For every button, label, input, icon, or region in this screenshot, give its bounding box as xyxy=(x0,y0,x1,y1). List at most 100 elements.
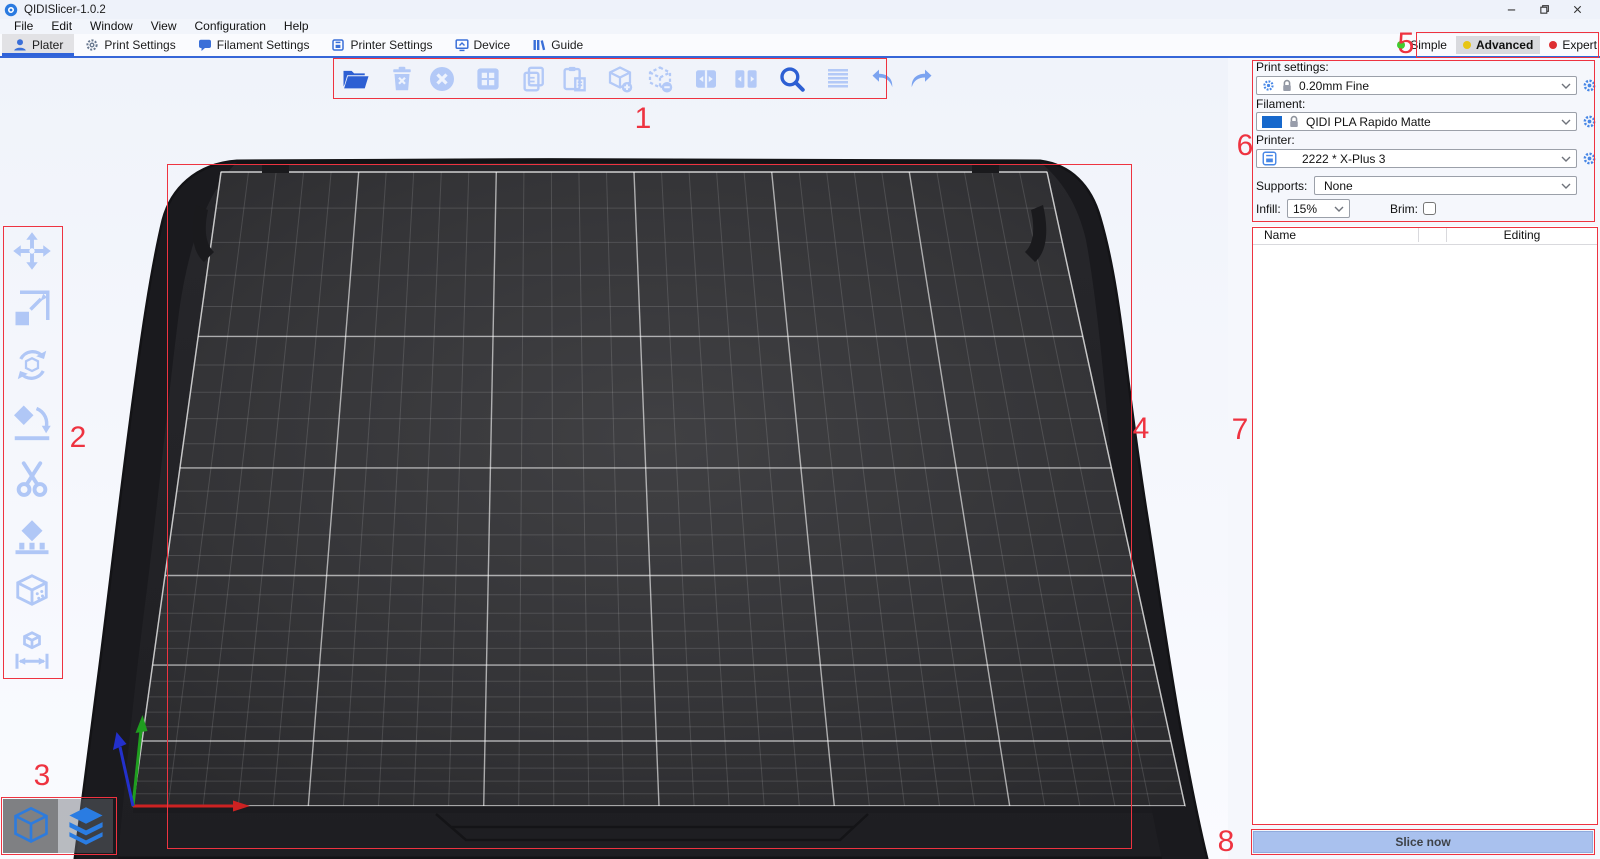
printer-value: 2222 * X-Plus 3 xyxy=(1302,152,1555,166)
search-icon[interactable] xyxy=(774,61,810,97)
print-settings-value: 0.20mm Fine xyxy=(1299,79,1555,93)
cube-icon xyxy=(11,805,51,847)
tab-label: Plater xyxy=(32,38,63,52)
mode-label: Simple xyxy=(1410,38,1447,52)
guide-icon xyxy=(532,38,546,52)
menu-window[interactable]: Window xyxy=(81,19,142,34)
move-icon[interactable] xyxy=(9,228,55,274)
close-button[interactable] xyxy=(1561,0,1594,19)
tab-printer-settings[interactable]: Printer Settings xyxy=(320,34,443,56)
build-plate-scene xyxy=(0,58,1228,859)
mode-label: Expert xyxy=(1562,38,1597,52)
variable-layer-height-icon[interactable] xyxy=(820,61,856,97)
printer-gear-button[interactable] xyxy=(1582,151,1597,166)
tab-label: Print Settings xyxy=(104,38,175,52)
filament-gear-button[interactable] xyxy=(1582,114,1597,129)
redo-icon[interactable] xyxy=(902,61,938,97)
fuzzy-skin-icon[interactable] xyxy=(9,570,55,616)
tab-print-settings[interactable]: Print Settings xyxy=(74,34,186,56)
open-project-icon[interactable] xyxy=(338,61,374,97)
print-configuration: Print settings: 0.20mm Fine Filament: QI… xyxy=(1228,58,1600,218)
split-to-parts-icon[interactable] xyxy=(728,61,764,97)
printer-select[interactable]: 2222 * X-Plus 3 xyxy=(1256,149,1577,168)
viewport-3d[interactable] xyxy=(0,58,1228,859)
delete-icon[interactable] xyxy=(384,61,420,97)
menu-help[interactable]: Help xyxy=(275,19,318,34)
supports-label: Supports: xyxy=(1256,179,1314,193)
remove-instance-icon[interactable] xyxy=(642,61,678,97)
right-panel: Print settings: 0.20mm Fine Filament: QI… xyxy=(1228,58,1600,859)
place-on-face-icon[interactable] xyxy=(9,399,55,445)
print-settings-gear-button[interactable] xyxy=(1582,78,1597,93)
lock-icon xyxy=(1288,115,1300,129)
infill-select[interactable]: 15% xyxy=(1287,199,1350,218)
infill-label: Infill: xyxy=(1256,202,1287,216)
arrange-icon[interactable] xyxy=(470,61,506,97)
printer-label: Printer: xyxy=(1256,133,1597,148)
minimize-button[interactable] xyxy=(1495,0,1528,19)
chevron-down-icon xyxy=(1561,83,1571,89)
plater-icon xyxy=(13,38,27,52)
tab-device[interactable]: Device xyxy=(444,34,522,56)
mode-label: Advanced xyxy=(1476,38,1533,52)
restore-button[interactable] xyxy=(1528,0,1561,19)
add-instance-icon[interactable] xyxy=(602,61,638,97)
paste-icon[interactable] xyxy=(556,61,592,97)
tab-guide[interactable]: Guide xyxy=(521,34,594,56)
undo-icon[interactable] xyxy=(866,61,902,97)
chevron-down-icon xyxy=(1334,206,1344,212)
column-separator xyxy=(1418,228,1419,242)
scale-icon[interactable] xyxy=(9,285,55,331)
mode-expert[interactable]: Expert xyxy=(1549,38,1597,52)
paint-supports-icon[interactable] xyxy=(9,513,55,559)
brim-checkbox[interactable] xyxy=(1423,202,1436,215)
copy-icon[interactable] xyxy=(516,61,552,97)
bed-front-edge xyxy=(133,806,1185,813)
tab-bar: Plater Print Settings Filament Settings … xyxy=(0,34,1600,58)
column-editing: Editing xyxy=(1446,228,1598,242)
menu-configuration[interactable]: Configuration xyxy=(186,19,275,34)
tab-label: Guide xyxy=(551,38,583,52)
rotate-icon[interactable] xyxy=(9,342,55,388)
qidislicer-window: QIDISlicer-1.0.2 File Edit Window View C… xyxy=(0,0,1600,859)
cut-icon[interactable] xyxy=(9,456,55,502)
chevron-down-icon xyxy=(1561,119,1571,125)
mode-selector: Simple Advanced Expert xyxy=(1397,34,1600,56)
measure-icon[interactable] xyxy=(9,627,55,673)
tab-plater[interactable]: Plater xyxy=(2,34,74,56)
window-title: QIDISlicer-1.0.2 xyxy=(24,4,106,16)
infill-value: 15% xyxy=(1293,202,1328,216)
menu-view[interactable]: View xyxy=(142,19,186,34)
filament-color-swatch xyxy=(1262,116,1282,128)
tab-label: Filament Settings xyxy=(217,38,310,52)
filament-select[interactable]: QIDI PLA Rapido Matte xyxy=(1256,112,1577,131)
left-toolbar xyxy=(5,228,59,673)
mode-advanced[interactable]: Advanced xyxy=(1456,36,1540,54)
menu-bar: File Edit Window View Configuration Help xyxy=(0,19,1600,34)
gear-icon xyxy=(85,38,99,52)
filament-value: QIDI PLA Rapido Matte xyxy=(1306,115,1555,129)
column-name: Name xyxy=(1252,228,1296,242)
build-plate[interactable] xyxy=(133,172,1185,806)
3d-editor-view-button[interactable] xyxy=(3,799,58,853)
gear-icon xyxy=(1262,79,1275,92)
menu-edit[interactable]: Edit xyxy=(42,19,81,34)
window-controls xyxy=(1495,0,1594,19)
slice-now-button[interactable]: Slice now xyxy=(1253,831,1593,853)
delete-all-icon[interactable] xyxy=(424,61,460,97)
printer-settings-icon xyxy=(331,38,345,52)
supports-select[interactable]: None xyxy=(1314,176,1577,195)
object-list[interactable]: Name Editing xyxy=(1252,226,1598,825)
device-icon xyxy=(455,38,469,52)
tab-filament-settings[interactable]: Filament Settings xyxy=(187,34,321,56)
view-buttons xyxy=(3,799,113,853)
print-settings-select[interactable]: 0.20mm Fine xyxy=(1256,76,1577,95)
top-toolbar xyxy=(338,60,938,98)
mode-simple[interactable]: Simple xyxy=(1397,38,1447,52)
chevron-down-icon xyxy=(1561,156,1571,162)
split-to-objects-icon[interactable] xyxy=(688,61,724,97)
preview-view-button[interactable] xyxy=(58,799,113,853)
printer-icon xyxy=(1262,151,1277,166)
menu-file[interactable]: File xyxy=(5,19,42,34)
chevron-down-icon xyxy=(1561,183,1571,189)
